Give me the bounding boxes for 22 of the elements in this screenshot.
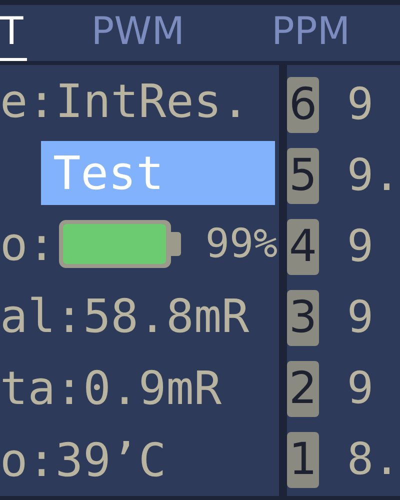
cell-voltage: 9 xyxy=(347,292,374,343)
info-text: o:39’C xyxy=(0,436,166,483)
cell-voltage: 9 xyxy=(347,363,374,414)
battery-icon xyxy=(59,220,182,268)
test-button[interactable]: Test xyxy=(41,140,275,205)
cell-voltage: 9 xyxy=(347,221,374,272)
cell-number: 2 xyxy=(287,360,320,416)
cell-number: 6 xyxy=(287,76,320,132)
battery-reading: 99% xyxy=(205,221,278,268)
tab[interactable]: PPM xyxy=(272,12,350,61)
cell-voltage: 9 xyxy=(347,79,374,130)
info-text: al:58.8mR xyxy=(0,293,250,340)
cell-number: 4 xyxy=(287,218,320,274)
tab[interactable]: PWM xyxy=(91,12,184,61)
cell-voltage: 9. xyxy=(347,150,400,201)
info-text: o: xyxy=(0,221,56,268)
info-text: ta:0.9mR xyxy=(0,365,222,412)
cell-number: 1 xyxy=(287,432,320,488)
info-text: e:IntRes. xyxy=(0,78,250,124)
cell-number: 3 xyxy=(287,290,320,346)
cell-voltage: 8. xyxy=(347,434,400,485)
cell-number: 5 xyxy=(287,148,320,204)
